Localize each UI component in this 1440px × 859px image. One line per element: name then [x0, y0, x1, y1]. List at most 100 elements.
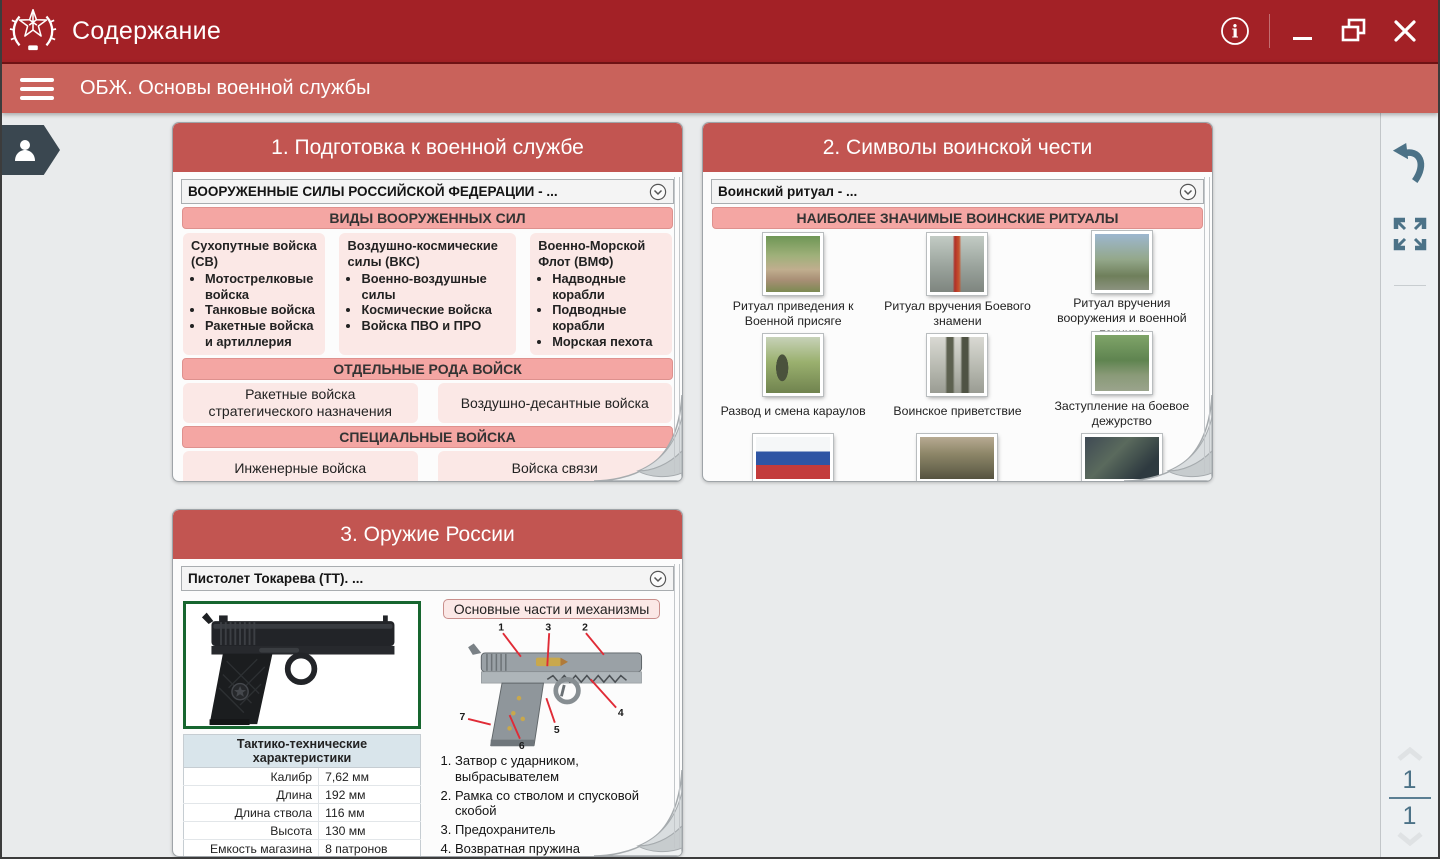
chevron-down-icon: [1396, 832, 1424, 846]
card1-term-header[interactable]: ВООРУЖЕННЫЕ СИЛЫ РОССИЙСКОЙ ФЕДЕРАЦИИ - …: [181, 179, 674, 204]
diagram-number-2: 2: [582, 622, 588, 633]
fullscreen-button[interactable]: [1390, 214, 1430, 257]
army-star-wreath-logo-icon: [8, 4, 58, 59]
toolbar-divider: [1394, 285, 1426, 286]
diagram-number-1: 1: [498, 622, 504, 633]
ritual-photo-battle-banner[interactable]: [927, 233, 987, 295]
diagram-number-4: 4: [617, 708, 623, 719]
chevron-down-circle-icon: [649, 570, 667, 588]
diagram-number-5: 5: [553, 725, 559, 736]
card3-term-header[interactable]: Пистолет Токарева (ТТ). ...: [181, 566, 674, 591]
diagram-number-7: 7: [459, 712, 465, 723]
course-title: ОБЖ. Основы военной службы: [80, 77, 370, 100]
box-strategic-missile-forces: Ракетные войска стратегического назначен…: [183, 383, 418, 423]
ritual-photo-recruits-meeting[interactable]: [917, 434, 997, 482]
special-troops-row: Инженерные войска Войска связи: [183, 451, 672, 482]
branch-aerospace-forces: Воздушно-космические силы (ВКС) Военно-в…: [339, 233, 515, 355]
card-military-service-preparation: 1. Подготовка к военной службе ВООРУЖЕНН…: [172, 122, 683, 482]
list-item: Рамка со стволом и спусковой скобой: [455, 788, 672, 819]
page-down-button[interactable]: [1394, 830, 1426, 851]
table-row: Высота130 мм: [184, 822, 421, 840]
ritual-figure: Ритуал подъема и спуска: [711, 429, 875, 482]
chevron-down-circle-icon: [649, 183, 667, 201]
ritual-figure: Ритуал вручения Боевого знамени: [875, 231, 1039, 329]
card2-title[interactable]: 2. Символы воинской чести: [703, 123, 1212, 172]
ritual-photo-guard-change[interactable]: [763, 334, 823, 396]
page-navigator: 1 1: [1381, 745, 1438, 852]
hamburger-menu-button[interactable]: [16, 74, 58, 104]
chevron-down-circle-icon: [1179, 183, 1197, 201]
minimize-button[interactable]: [1286, 14, 1320, 48]
rituals-grid: Ритуал приведения к Военной присяге Риту…: [711, 231, 1204, 482]
ritual-figure: Ритуал приведения к Военной присяге: [711, 231, 875, 329]
tt-pistol-cutaway-diagram: 1 3 2 4 5 6 7: [434, 619, 670, 751]
pager-divider: [1389, 797, 1431, 799]
pistol-left-column: Тактико-технические характеристики Калиб…: [183, 597, 421, 857]
table-row: Длина192 мм: [184, 786, 421, 804]
banner-armed-forces-types: ВИДЫ ВООРУЖЕННЫХ СИЛ: [182, 207, 673, 229]
controls-separator: [1269, 14, 1270, 48]
card2-term-header[interactable]: Воинский ритуал - ...: [711, 179, 1204, 204]
user-profile-tab[interactable]: [2, 125, 60, 175]
page-current: 1: [1403, 767, 1417, 793]
card3-title[interactable]: 3. Оружие России: [173, 510, 682, 559]
ritual-figure: Встреча и распределение: [875, 429, 1039, 482]
specs-table: Тактико-технические характеристики Калиб…: [183, 734, 421, 857]
card1-term-text: ВООРУЖЕННЫЕ СИЛЫ РОССИЙСКОЙ ФЕДЕРАЦИИ - …: [188, 184, 558, 199]
info-icon: i: [1219, 15, 1251, 47]
svg-text:i: i: [1232, 22, 1239, 43]
application-window: Содержание i: [0, 0, 1440, 859]
expand-icon: [1392, 216, 1428, 252]
ritual-photo-weapons-handover[interactable]: [1092, 231, 1152, 293]
ritual-photo-farewell[interactable]: [1082, 434, 1162, 482]
minimize-icon: [1288, 16, 1318, 46]
branch-navy: Военно-Морской Флот (ВМФ) Надводные кора…: [530, 233, 672, 355]
card-military-honor-symbols: 2. Символы воинской чести Воинский ритуа…: [702, 122, 1213, 482]
table-row: Длина ствола116 мм: [184, 804, 421, 822]
restore-icon: [1338, 16, 1370, 46]
back-button[interactable]: [1389, 139, 1431, 190]
box-engineer-troops: Инженерные войска: [183, 451, 418, 482]
ritual-photo-combat-duty[interactable]: [1092, 332, 1152, 394]
separate-branches-row: Ракетные войска стратегического назначен…: [183, 383, 672, 423]
specs-title: Тактико-технические характеристики: [184, 735, 421, 768]
card3-term-text: Пистолет Токарева (ТТ). ...: [188, 571, 363, 586]
diagram-number-3: 3: [545, 622, 551, 633]
list-item: Предохранитель: [455, 822, 672, 838]
title-bar: Содержание i: [2, 0, 1438, 62]
branches-row: Сухопутные войска (СВ) Мотострелковые во…: [183, 233, 672, 355]
info-button[interactable]: i: [1217, 13, 1253, 49]
ritual-figure: Ритуал вручения вооружения и военной тех…: [1040, 231, 1204, 329]
banner-significant-rituals: НАИБОЛЕЕ ЗНАЧИМЫЕ ВОИНСКИЕ РИТУАЛЫ: [712, 207, 1203, 229]
back-arrow-icon: [1391, 141, 1429, 185]
close-icon: [1390, 16, 1420, 46]
window-title: Содержание: [72, 17, 221, 46]
card1-title[interactable]: 1. Подготовка к военной службе: [173, 123, 682, 172]
content-area: 1. Подготовка к военной службе ВООРУЖЕНН…: [2, 113, 1384, 859]
chevron-up-icon: [1396, 747, 1424, 761]
window-controls: i: [1217, 13, 1422, 49]
pistol-right-column: Основные части и механизмы: [431, 597, 672, 857]
ritual-figure: Развод и смена караулов: [711, 329, 875, 429]
ritual-figure: Воинское приветствие: [875, 329, 1039, 429]
menu-bar: ОБЖ. Основы военной службы: [2, 62, 1438, 113]
restore-button[interactable]: [1336, 14, 1372, 48]
page-total: 1: [1403, 803, 1417, 829]
tt-pistol-image: [195, 604, 409, 726]
table-row: Емкость магазина8 патронов: [184, 840, 421, 858]
banner-special-troops: СПЕЦИАЛЬНЫЕ ВОЙСКА: [182, 426, 673, 448]
ritual-figure: Проводы военнослу: [1040, 429, 1204, 482]
close-button[interactable]: [1388, 14, 1422, 48]
card-russian-weapons: 3. Оружие России Пистолет Токарева (ТТ).…: [172, 509, 683, 857]
list-item: Возвратная пружина: [455, 841, 672, 857]
ritual-photo-flag-raising[interactable]: [753, 434, 833, 482]
ritual-figure: Заступление на боевое дежурство: [1040, 329, 1204, 429]
branch-ground-forces: Сухопутные войска (СВ) Мотострелковые во…: [183, 233, 325, 355]
ritual-photo-salute[interactable]: [927, 334, 987, 396]
page-up-button[interactable]: [1394, 745, 1426, 766]
ritual-photo-oath[interactable]: [763, 233, 823, 295]
diagram-number-6: 6: [518, 741, 524, 751]
table-row: Калибр7,62 мм: [184, 768, 421, 786]
tt-pistol-photo: [183, 601, 421, 729]
right-toolbar: 1 1: [1380, 113, 1438, 859]
